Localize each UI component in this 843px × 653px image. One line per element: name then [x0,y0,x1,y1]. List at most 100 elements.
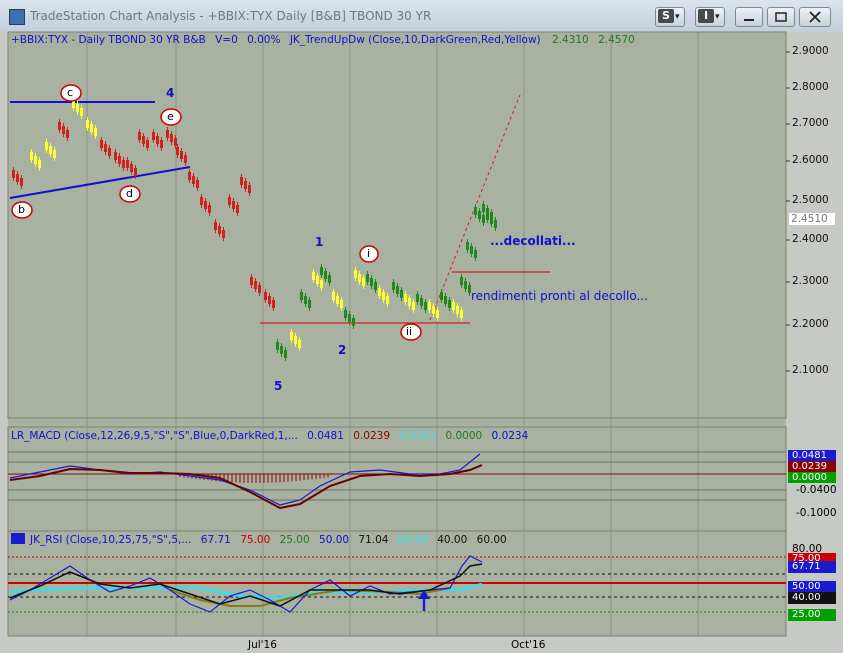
wave-num-1: 1 [315,235,324,249]
wave-text-ii: ii [406,325,413,338]
candle-body [222,230,225,238]
macd-scale-tag: 0.0000 [788,472,836,483]
candle-body [474,250,477,258]
candle-body [352,318,355,326]
candle-body [404,294,407,302]
candle-body [264,292,267,300]
indicator-value-2: 2.4570 [598,34,635,46]
candle-body [478,211,481,219]
candle-body [248,185,251,193]
rsi-scale-tag: 25.00 [788,609,836,621]
candle-body [290,332,293,340]
candle-body [382,292,385,300]
candle-body [104,144,107,152]
rsi-value-7: 40.00 [437,534,468,546]
candle-body [284,350,287,358]
candle-body [358,274,361,282]
candle-body [344,310,347,318]
candle-body [424,302,427,310]
candle-body [460,310,463,318]
candle-body [428,302,431,310]
candle-body [494,220,497,228]
candle-body [448,300,451,308]
candle-body [348,314,351,322]
candle-body [412,302,415,310]
macd-value-2: 0.0239 [353,430,391,442]
price-axis-label: 2.4000 [792,233,829,245]
rsi-value-4: 50.00 [319,534,350,546]
rsi-scale-tag: 67.71 [788,561,836,573]
macd-scale-tag: 0.0481 [788,450,836,461]
wave-text-c: c [67,86,74,99]
chart-header: +BBIX:TYX - Daily TBOND 30 YR B&B V=0 0.… [11,34,635,46]
candle-body [276,342,279,350]
bottom-trend-line [9,166,191,199]
candle-body [45,142,48,150]
rsi-value-1: 67.71 [200,534,231,546]
candle-body [142,136,145,144]
candle-body [134,168,137,176]
candle-body [196,180,199,188]
candle-body [146,140,149,148]
candle-body [482,215,485,223]
candle-body [236,205,239,213]
candle-body [94,128,97,136]
time-label-jul: Jul'16 [248,639,277,651]
candle-body [304,296,307,304]
candlesticks [12,97,497,361]
candle-body [76,104,79,112]
macd-value-4: 0.0000 [445,430,483,442]
rsi-value-2: 75.00 [240,534,271,546]
candle-body [200,197,203,205]
candle-body [482,204,485,212]
candle-body [378,288,381,296]
candle-body [396,286,399,294]
candle-body [436,310,439,318]
rsi-scale-tag: 40.00 [788,592,836,604]
macd-panel-border [7,426,787,532]
wave-text-b: b [18,203,25,216]
price-axis-label: 2.8000 [792,81,829,93]
candle-body [250,277,253,285]
macd-scale-tag: 0.0239 [788,461,836,472]
candle-body [188,172,191,180]
macd-value-3: 0.0241 [399,430,437,442]
candle-body [328,275,331,283]
candle-body [122,160,125,168]
candle-body [474,207,477,215]
candle-body [392,282,395,290]
candle-body [12,170,15,178]
candle-body [300,292,303,300]
candle-body [34,156,37,164]
indicator-label: JK_TrendUpDw (Close,10,DarkGreen,Red,Yel… [289,34,541,46]
rsi-value-5: 71.04 [358,534,389,546]
candle-body [400,290,403,298]
candle-body [362,278,365,286]
candle-body [38,160,41,168]
wave-text-d: d [126,187,133,200]
candle-body [160,140,163,148]
candle-body [90,124,93,132]
candle-body [386,296,389,304]
candle-body [320,280,323,288]
price-ticks [786,51,790,372]
candle-body [258,285,261,293]
price-panel-border [7,31,787,419]
candle-body [280,346,283,354]
candle-body [118,156,121,164]
candle-body [486,212,489,220]
price-axis-label: 2.5000 [792,194,829,206]
candle-body [366,274,369,282]
candle-body [244,181,247,189]
candle-body [294,336,297,344]
candle-body [272,300,275,308]
candle-body [208,205,211,213]
rsi-value-6: 64.69 [397,534,428,546]
candle-body [464,281,467,289]
chart-svg [7,31,790,637]
candle-body [316,276,319,284]
candle-body [298,340,301,348]
candle-body [336,296,339,304]
candle-body [466,242,469,250]
rendimenti-annotation: rendimenti pronti al decollo... [471,289,648,303]
